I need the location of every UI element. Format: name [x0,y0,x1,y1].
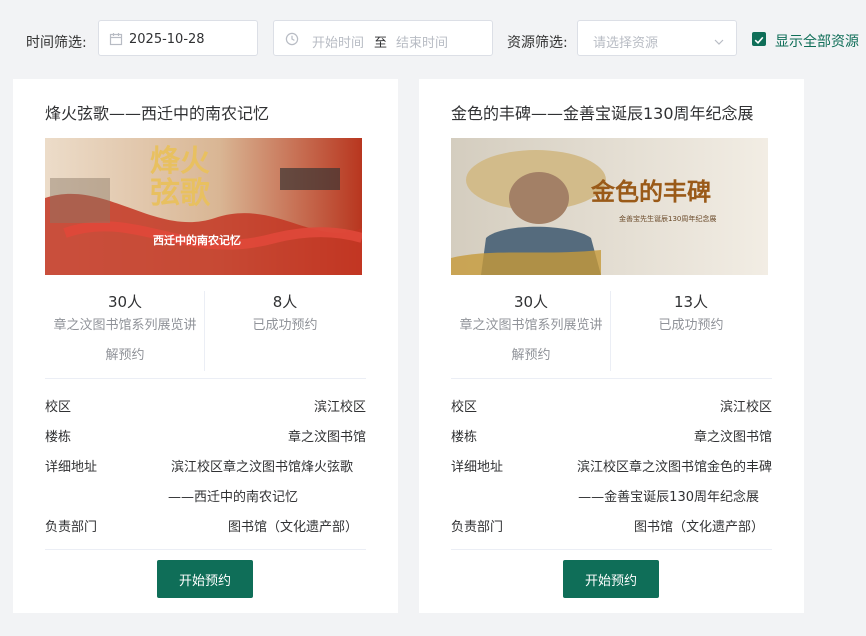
banner-subtitle: 金善宝先生诞辰130周年纪念展 [619,215,717,223]
end-time-input[interactable]: 结束时间 [396,32,448,51]
divider [451,549,772,550]
chevron-down-icon [713,33,725,52]
booked-label: 已成功预约 [658,318,724,333]
campus-value: 滨江校区 [313,400,366,415]
building-value: 章之汶图书馆 [693,430,772,445]
booked-label: 已成功预约 [252,318,318,333]
stats-panel: 30人 章之汶图书馆系列展览讲 解预约 8人 已成功预约 [45,291,366,373]
address-value-line1: 滨江校区章之汶图书馆金色的丰碑 [576,460,772,475]
start-time-input[interactable]: 开始时间 [312,32,364,51]
banner-subtitle: 西迁中的南农记忆 [153,234,241,247]
banner-image: 金色的丰碑 金善宝先生诞辰130周年纪念展 [451,138,768,275]
check-icon [754,36,764,44]
date-picker[interactable]: 2025-10-28 [98,20,258,56]
exhibition-card: 金色的丰碑——金善宝诞辰130周年纪念展 金色的丰碑 金善宝先生诞辰130周年纪… [419,79,804,613]
address-value-line2: ——西迁中的南农记忆 [167,490,298,505]
divider [45,378,366,379]
campus-label: 校区 [451,400,478,415]
campus-value: 滨江校区 [719,400,772,415]
address-value-line2: ——金善宝诞辰130周年纪念展 [578,490,759,505]
divider [451,378,772,379]
address-value-line1: 滨江校区章之汶图书馆烽火弦歌 [170,460,353,475]
department-label: 负责部门 [45,520,98,535]
booked-value: 13人 [673,293,709,311]
start-booking-button[interactable]: 开始预约 [563,560,659,598]
calendar-icon [109,31,123,50]
show-all-label[interactable]: 显示全部资源 [775,31,859,51]
card-title: 烽火弦歌——西迁中的南农记忆 [45,104,270,123]
capacity-label-line2: 解预约 [511,348,551,363]
capacity-label-line2: 解预约 [105,348,145,363]
capacity-label-line1: 章之汶图书馆系列展览讲 [53,318,197,333]
time-range-picker[interactable]: 开始时间 至 结束时间 [273,20,493,56]
resource-select[interactable]: 请选择资源 [577,20,737,56]
banner-image: 烽火弦歌 西迁中的南农记忆 [45,138,362,275]
capacity-value: 30人 [513,293,549,311]
filter-bar: 时间筛选: 2025-10-28 开始时间 至 结束时间 资源筛选: 请选择资源… [0,0,866,78]
show-all-checkbox[interactable] [752,32,766,46]
building-label: 楼栋 [451,430,478,445]
campus-label: 校区 [45,400,72,415]
stats-panel: 30人 章之汶图书馆系列展览讲 解预约 13人 已成功预约 [451,291,772,373]
resource-filter-label: 资源筛选: [507,35,568,51]
department-label: 负责部门 [451,520,504,535]
building-value: 章之汶图书馆 [287,430,366,445]
banner-headline: 烽火弦歌 [150,144,210,211]
banner-headline: 金色的丰碑 [591,177,711,206]
start-booking-button[interactable]: 开始预约 [157,560,253,598]
address-label: 详细地址 [45,460,98,475]
address-label: 详细地址 [451,460,504,475]
resource-select-placeholder: 请选择资源 [593,36,659,51]
clock-icon [285,31,299,50]
range-separator: 至 [374,36,388,51]
time-filter-label: 时间筛选: [26,35,87,51]
capacity-label-line1: 章之汶图书馆系列展览讲 [459,318,603,333]
card-title: 金色的丰碑——金善宝诞辰130周年纪念展 [451,104,754,123]
exhibition-card: 烽火弦歌——西迁中的南农记忆 烽火弦歌 西迁中的南农记忆 30人 章之汶图书馆系… [13,79,398,613]
department-value: 图书馆（文化遗产部） [633,520,764,535]
building-label: 楼栋 [45,430,72,445]
divider [45,549,366,550]
date-value: 2025-10-28 [129,32,205,47]
booked-value: 8人 [272,293,298,311]
department-value: 图书馆（文化遗产部） [227,520,358,535]
capacity-value: 30人 [107,293,143,311]
